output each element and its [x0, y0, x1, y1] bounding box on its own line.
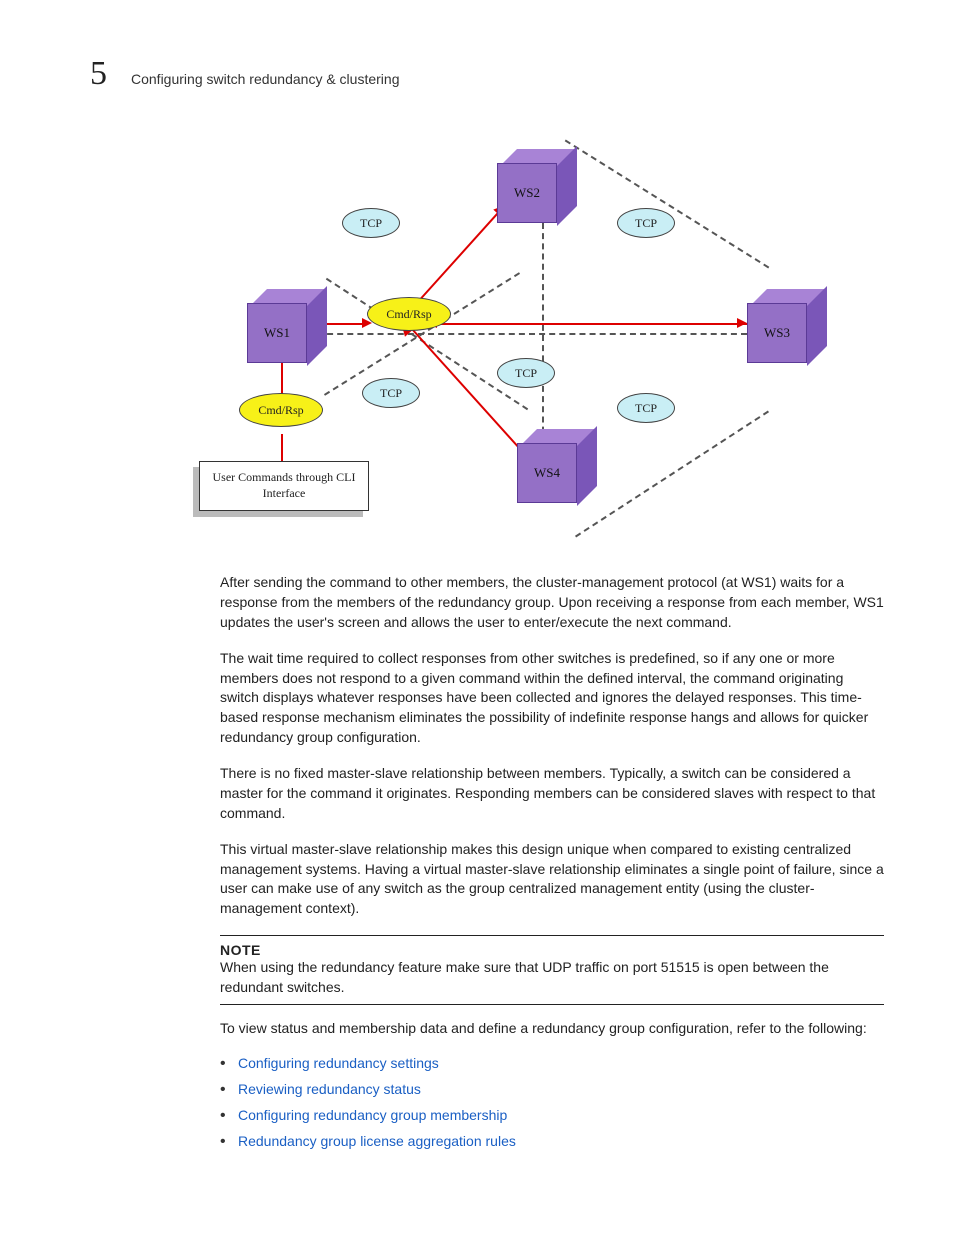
list-item: Redundancy group license aggregation rul… — [238, 1133, 884, 1149]
tcp-label: TCP — [515, 366, 537, 381]
ws3-node: WS3 — [747, 303, 807, 363]
tcp-oval: TCP — [617, 208, 675, 238]
tcp-label: TCP — [635, 401, 657, 416]
tcp-oval: TCP — [617, 393, 675, 423]
link-group-membership[interactable]: Configuring redundancy group membership — [238, 1107, 507, 1123]
list-item: Reviewing redundancy status — [238, 1081, 884, 1097]
link-license-aggregation[interactable]: Redundancy group license aggregation rul… — [238, 1133, 516, 1149]
paragraph: The wait time required to collect respon… — [220, 649, 884, 748]
ws4-label: WS4 — [534, 465, 560, 481]
note-rule-bottom — [220, 1004, 884, 1005]
ws4-node: WS4 — [517, 443, 577, 503]
tcp-oval: TCP — [342, 208, 400, 238]
paragraph: After sending the command to other membe… — [220, 573, 884, 633]
network-diagram: TCP TCP TCP TCP TCP Cmd/Rsp Cmd/Rsp WS1 … — [177, 133, 817, 543]
paragraph: There is no fixed master-slave relations… — [220, 764, 884, 824]
page-header: 5 Configuring switch redundancy & cluste… — [90, 55, 904, 93]
tcp-oval: TCP — [497, 358, 555, 388]
link-redundancy-settings[interactable]: Configuring redundancy settings — [238, 1055, 439, 1071]
note-label: NOTE — [220, 942, 884, 958]
ws1-label: WS1 — [264, 325, 290, 341]
ws3-label: WS3 — [764, 325, 790, 341]
body-content: After sending the command to other membe… — [90, 573, 904, 1149]
section-title: Configuring switch redundancy & clusteri… — [131, 71, 399, 87]
ws1-node: WS1 — [247, 303, 307, 363]
note-text: When using the redundancy feature make s… — [220, 958, 884, 998]
followup-text: To view status and membership data and d… — [220, 1019, 884, 1039]
cmdrsp-oval: Cmd/Rsp — [367, 297, 451, 331]
list-item: Configuring redundancy group membership — [238, 1107, 884, 1123]
cli-box-label: User Commands through CLI Interface — [204, 470, 364, 501]
tcp-label: TCP — [360, 216, 382, 231]
cmdrsp-label: Cmd/Rsp — [386, 307, 431, 322]
note-rule-top — [220, 935, 884, 936]
cmdrsp-oval: Cmd/Rsp — [239, 393, 323, 427]
paragraph: This virtual master-slave relationship m… — [220, 840, 884, 920]
ws2-node: WS2 — [497, 163, 557, 223]
ws2-label: WS2 — [514, 185, 540, 201]
chapter-number: 5 — [90, 55, 107, 93]
cmdrsp-label: Cmd/Rsp — [258, 403, 303, 418]
link-list: Configuring redundancy settings Reviewin… — [220, 1055, 884, 1149]
tcp-label: TCP — [635, 216, 657, 231]
link-redundancy-status[interactable]: Reviewing redundancy status — [238, 1081, 421, 1097]
list-item: Configuring redundancy settings — [238, 1055, 884, 1071]
tcp-label: TCP — [380, 386, 402, 401]
cli-box: User Commands through CLI Interface — [199, 461, 369, 511]
tcp-oval: TCP — [362, 378, 420, 408]
